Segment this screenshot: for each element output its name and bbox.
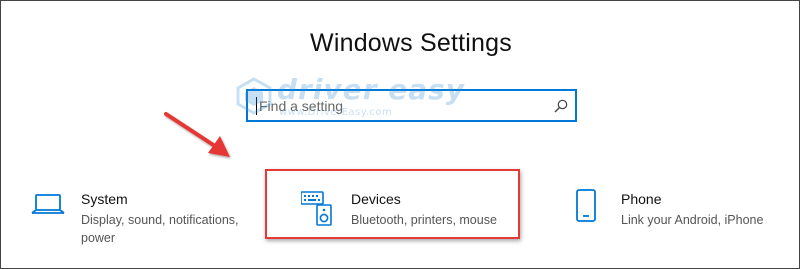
phone-icon: [576, 189, 596, 222]
search-icon[interactable]: [554, 99, 568, 113]
tile-devices-description: Bluetooth, printers, mouse: [351, 213, 497, 227]
tile-phone-title: Phone: [621, 191, 662, 207]
tile-system[interactable]: System Display, sound, notifications, po…: [31, 179, 251, 249]
tile-phone-description: Link your Android, iPhone: [621, 213, 764, 227]
text-cursor: [256, 97, 257, 115]
search-placeholder: Find a setting: [259, 98, 344, 114]
settings-window: Windows Settings Find a setting driver e…: [0, 0, 800, 269]
devices-icon: [301, 191, 332, 226]
page-title: Windows Settings: [310, 29, 512, 57]
red-arrow-annotation: [164, 112, 230, 157]
tile-devices-title: Devices: [351, 191, 401, 207]
tile-system-title: System: [81, 191, 128, 207]
search-input[interactable]: Find a setting: [246, 89, 577, 122]
tile-phone[interactable]: Phone Link your Android, iPhone: [574, 179, 794, 249]
tile-devices[interactable]: Devices Bluetooth, printers, mouse: [301, 179, 521, 249]
laptop-icon: [31, 194, 65, 214]
tile-system-description: Display, sound, notifications, power: [81, 213, 239, 245]
